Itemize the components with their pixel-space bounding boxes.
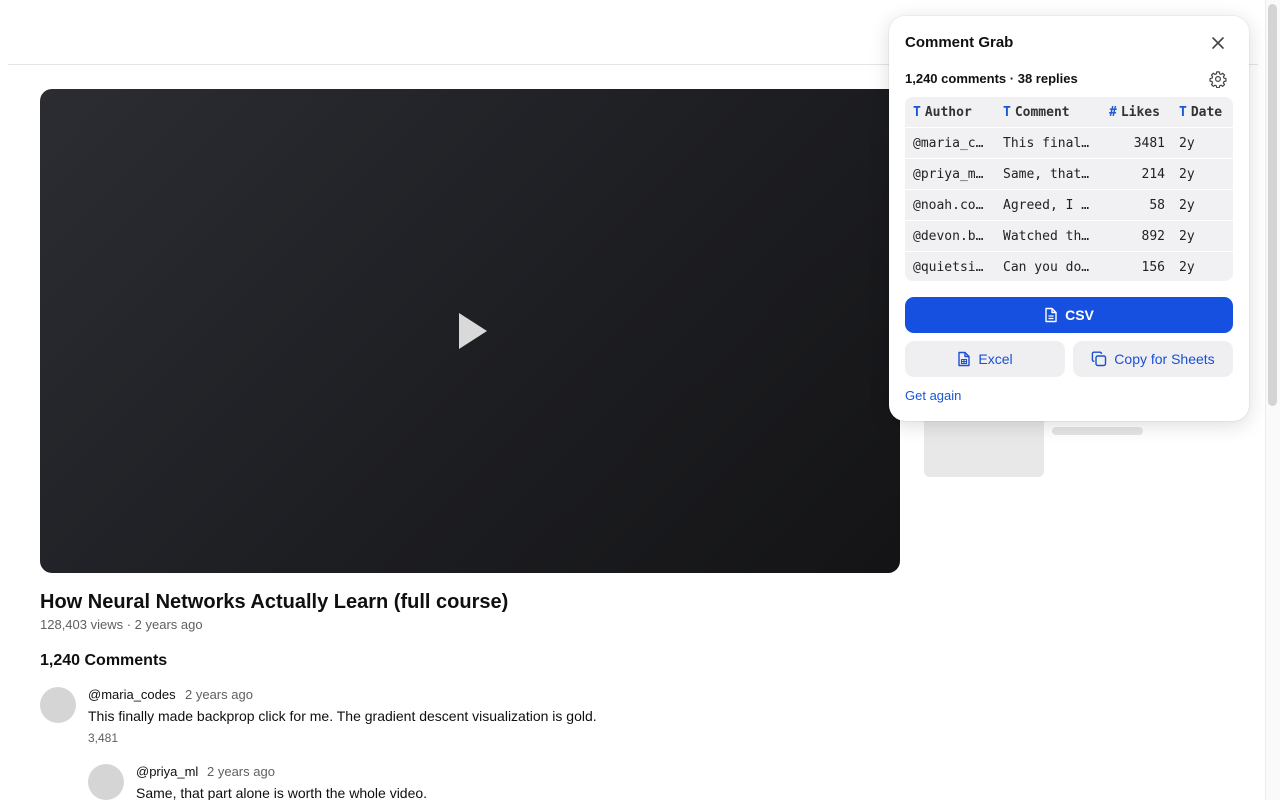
cell-comment: Agreed, I … xyxy=(1003,197,1090,213)
comment-text: This finally made backprop click for me.… xyxy=(88,708,597,724)
play-icon[interactable] xyxy=(459,313,487,349)
cell-comment: Watched th… xyxy=(1003,228,1090,244)
cell-date: 2y xyxy=(1179,197,1195,213)
panel-title: Comment Grab xyxy=(905,34,1014,51)
table-row: @priya_m… Same, that… 214 2y xyxy=(905,158,1233,189)
close-button[interactable] xyxy=(1206,31,1230,55)
settings-button[interactable] xyxy=(1207,68,1229,90)
column-label: Author xyxy=(924,104,972,120)
cell-author: @devon.b… xyxy=(913,228,984,244)
cell-author: @maria_c… xyxy=(913,135,984,151)
comment-summary: 1,240 comments · 38 replies xyxy=(905,71,1078,86)
video-meta: 128,403 views · 2 years ago xyxy=(40,617,203,632)
comment-likes: 3,481 xyxy=(88,731,119,745)
excel-export-label: Excel xyxy=(978,351,1013,367)
table-row: @maria_c… This final… 3481 2y xyxy=(905,127,1233,158)
cell-likes: 156 xyxy=(1141,259,1165,275)
file-icon xyxy=(1044,307,1058,323)
related-video-title-placeholder xyxy=(1052,427,1143,435)
cell-date: 2y xyxy=(1179,166,1195,182)
column-header-date[interactable]: T Date xyxy=(1179,97,1229,127)
page-scrollbar-thumb[interactable] xyxy=(1268,4,1277,406)
cell-author: @noah.co… xyxy=(913,197,984,213)
avatar[interactable] xyxy=(40,687,76,723)
close-icon xyxy=(1212,37,1224,49)
number-type-icon: # xyxy=(1109,104,1117,120)
cell-date: 2y xyxy=(1179,228,1195,244)
avatar[interactable] xyxy=(88,764,124,800)
cell-comment: This final… xyxy=(1003,135,1090,151)
csv-export-label: CSV xyxy=(1065,307,1094,323)
excel-export-button[interactable]: Excel xyxy=(905,341,1065,377)
table-row: @devon.b… Watched th… 892 2y xyxy=(905,220,1233,251)
comments-heading: 1,240 Comments xyxy=(40,652,168,669)
column-header-comment[interactable]: T Comment xyxy=(1003,97,1093,127)
table-header: T Author T Comment # Likes T Date xyxy=(905,97,1233,127)
cell-likes: 3481 xyxy=(1133,135,1165,151)
preview-table[interactable]: T Author T Comment # Likes T Date @maria… xyxy=(905,97,1233,281)
comment-time[interactable]: 2 years ago xyxy=(207,764,275,779)
comment-author[interactable]: @maria_codes xyxy=(88,687,176,702)
column-header-likes[interactable]: # Likes xyxy=(1109,97,1181,127)
spreadsheet-file-icon xyxy=(957,351,971,367)
cell-author: @priya_m… xyxy=(913,166,984,182)
comment-time[interactable]: 2 years ago xyxy=(185,687,253,702)
cell-date: 2y xyxy=(1179,259,1195,275)
gear-icon xyxy=(1209,71,1227,88)
copy-icon xyxy=(1091,351,1107,367)
copy-for-sheets-button[interactable]: Copy for Sheets xyxy=(1073,341,1233,377)
cell-comment: Can you do… xyxy=(1003,259,1090,275)
column-label: Likes xyxy=(1120,104,1160,120)
table-row: @quietsi… Can you do… 156 2y xyxy=(905,251,1233,281)
column-label: Date xyxy=(1190,104,1223,120)
cell-likes: 214 xyxy=(1141,166,1165,182)
text-type-icon: T xyxy=(1003,104,1011,120)
csv-export-button[interactable]: CSV xyxy=(905,297,1233,333)
column-label: Comment xyxy=(1014,104,1070,120)
cell-likes: 58 xyxy=(1149,197,1165,213)
text-type-icon: T xyxy=(913,104,921,120)
column-header-author[interactable]: T Author xyxy=(913,97,991,127)
table-row: @noah.co… Agreed, I … 58 2y xyxy=(905,189,1233,220)
comment-author[interactable]: @priya_ml xyxy=(136,764,198,779)
copy-for-sheets-label: Copy for Sheets xyxy=(1114,351,1215,367)
comment-grab-panel: Comment Grab 1,240 comments · 38 replies… xyxy=(889,16,1249,421)
video-title: How Neural Networks Actually Learn (full… xyxy=(40,591,509,613)
text-type-icon: T xyxy=(1179,104,1187,120)
get-again-link[interactable]: Get again xyxy=(905,388,961,403)
cell-likes: 892 xyxy=(1141,228,1165,244)
cell-date: 2y xyxy=(1179,135,1195,151)
cell-comment: Same, that… xyxy=(1003,166,1090,182)
comment-text: Same, that part alone is worth the whole… xyxy=(136,785,428,800)
cell-author: @quietsi… xyxy=(913,259,984,275)
